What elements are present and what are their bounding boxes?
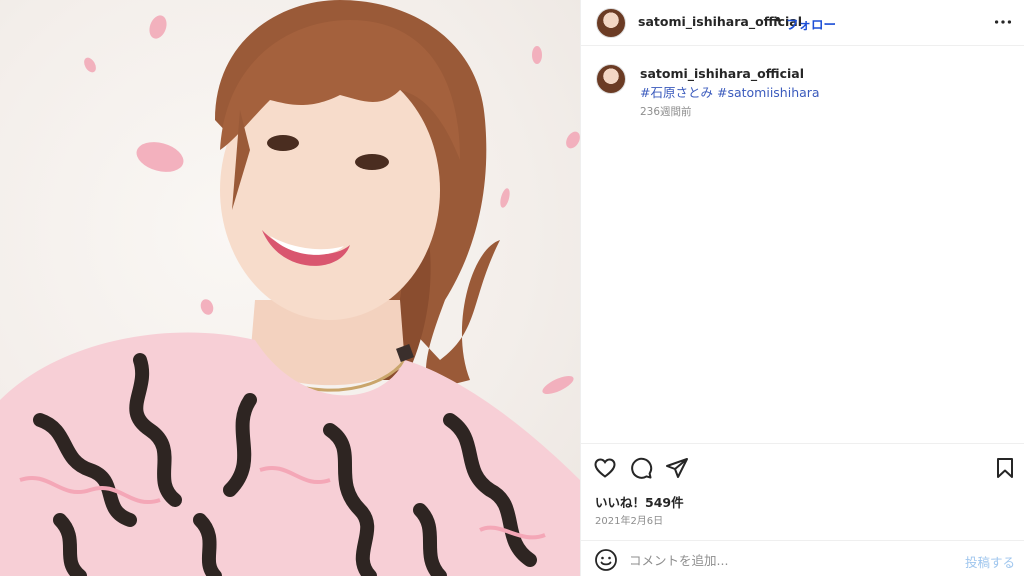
like-count[interactable]: いいね！549件: [595, 492, 684, 511]
comment-icon[interactable]: [629, 456, 653, 480]
post-photo[interactable]: [0, 0, 580, 576]
separator-dot: •: [774, 13, 782, 27]
comment-bar: 投稿する: [581, 540, 1024, 576]
emoji-icon[interactable]: [594, 548, 618, 572]
send-icon[interactable]: [665, 456, 689, 480]
avatar[interactable]: [596, 8, 626, 38]
action-bar: [581, 443, 1024, 489]
caption-username[interactable]: satomi_ishihara_official: [640, 66, 804, 81]
bookmark-icon[interactable]: [993, 456, 1017, 480]
post-date: 2021年2月6日: [595, 516, 664, 527]
follow-button[interactable]: フォロー: [786, 14, 836, 33]
portrait-photo: [0, 0, 580, 576]
caption-hashtags: #石原さとみ #satomiishihara: [640, 82, 820, 101]
hashtag-link[interactable]: #satomiishihara: [717, 85, 820, 100]
heart-icon[interactable]: [593, 456, 617, 480]
post-side-panel: satomi_ishihara_official • フォロー satomi_i…: [580, 0, 1024, 576]
comment-input[interactable]: [629, 549, 949, 571]
caption-avatar[interactable]: [596, 64, 626, 94]
caption-text: .: [775, 66, 779, 81]
hashtag-link[interactable]: #石原さとみ: [640, 85, 713, 100]
caption-timestamp[interactable]: 236週間前: [640, 104, 692, 119]
post-header: satomi_ishihara_official • フォロー: [581, 0, 1024, 46]
more-horizontal-icon[interactable]: [992, 11, 1014, 33]
post-comment-button[interactable]: 投稿する: [965, 552, 1015, 571]
